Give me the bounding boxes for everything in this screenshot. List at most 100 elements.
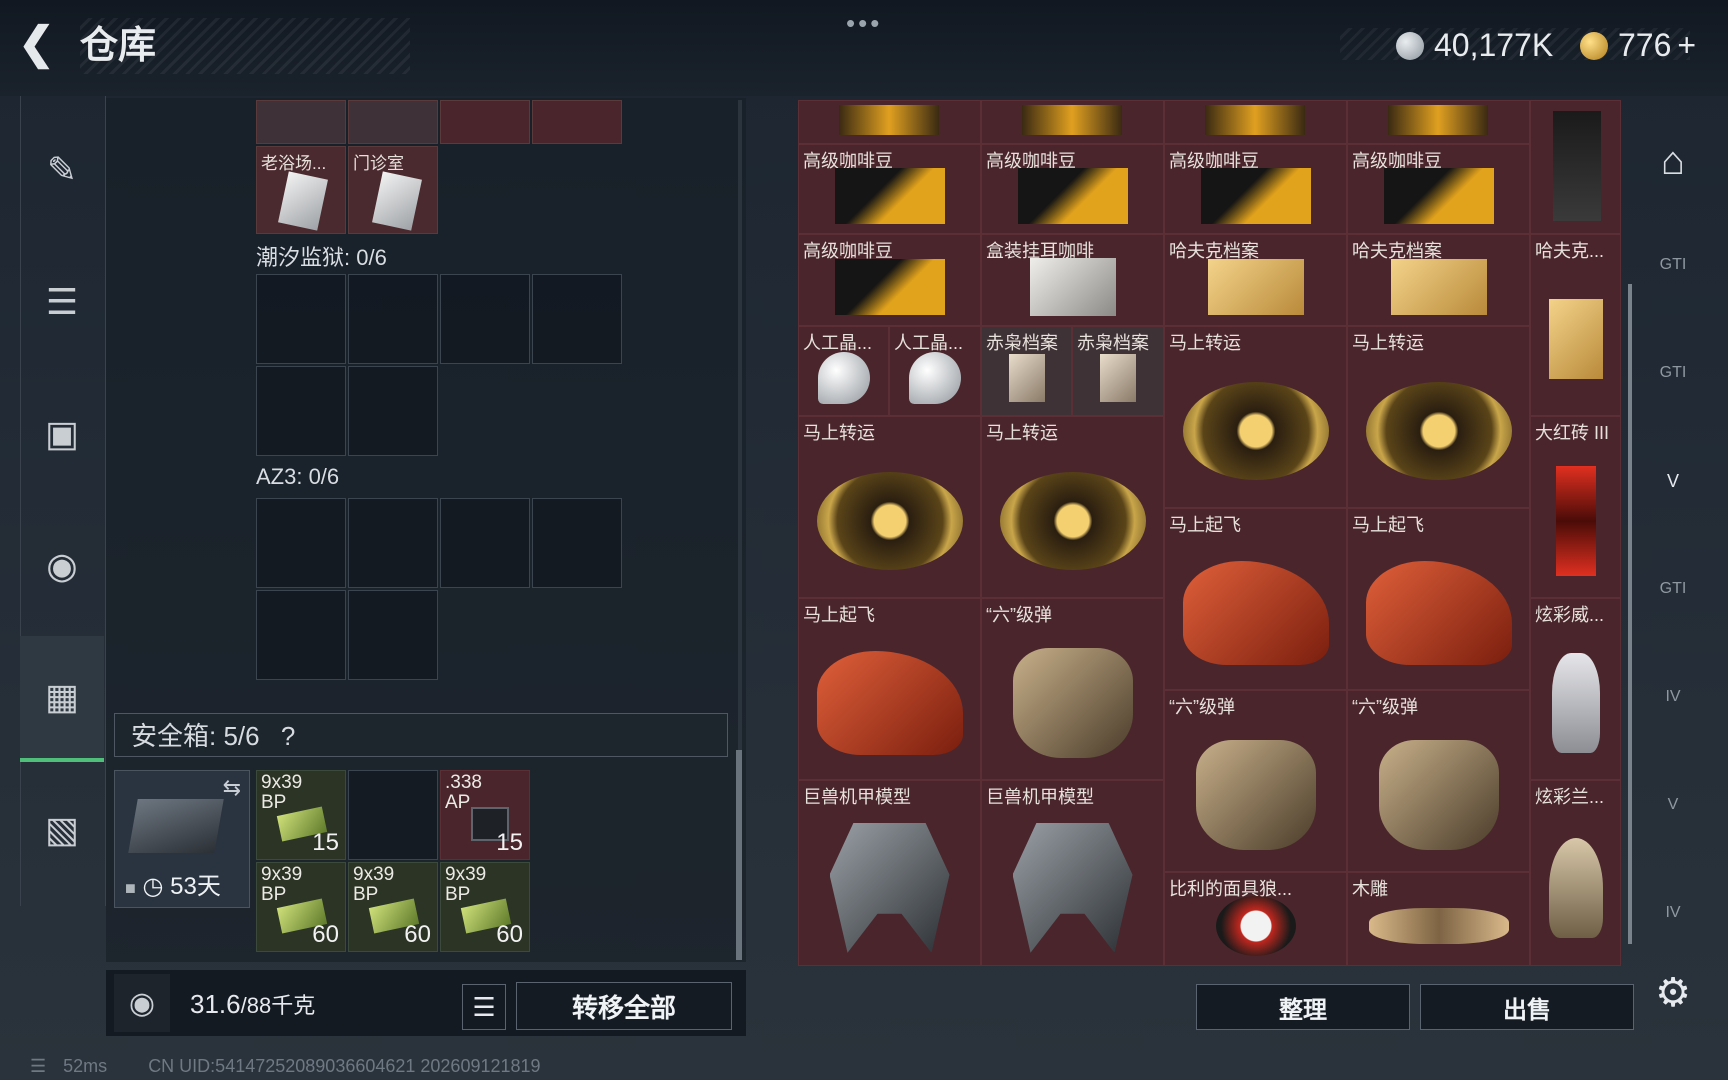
- silver-coin-icon: [1396, 32, 1424, 60]
- item-card[interactable]: 马上起飞: [1164, 508, 1347, 690]
- item-card[interactable]: 马上起飞: [1347, 508, 1530, 690]
- storage-tab-icon[interactable]: ⌂: [1636, 124, 1710, 198]
- empty-slot[interactable]: [348, 366, 438, 456]
- item-card[interactable]: 老浴场...: [256, 146, 346, 234]
- item-card[interactable]: 赤枭档案: [981, 326, 1072, 416]
- item-partial[interactable]: [981, 100, 1164, 144]
- list-view-icon[interactable]: ☰: [462, 984, 506, 1030]
- item-card[interactable]: “六”级弹: [1164, 690, 1347, 872]
- item-card[interactable]: 高级咖啡豆: [798, 234, 981, 326]
- transfer-all-button[interactable]: 转移全部: [516, 982, 732, 1030]
- empty-slot[interactable]: [348, 590, 438, 680]
- item-partial[interactable]: [532, 100, 622, 144]
- nav-safebox[interactable]: ▦: [20, 636, 104, 762]
- item-card[interactable]: 高级咖啡豆: [981, 144, 1164, 234]
- item-card[interactable]: 哈夫克档案: [1164, 234, 1347, 326]
- item-card[interactable]: 大红砖 III: [1530, 416, 1621, 598]
- right-tab-6[interactable]: V: [1636, 768, 1710, 842]
- item-partial[interactable]: [256, 100, 346, 144]
- grid-scrollbar[interactable]: [1628, 284, 1632, 944]
- item-card[interactable]: 高级咖啡豆: [798, 144, 981, 234]
- nav-armor[interactable]: ☰: [20, 252, 104, 352]
- ammo-count: 60: [312, 921, 339, 948]
- item-card[interactable]: 马上转运: [981, 416, 1164, 598]
- item-card[interactable]: “六”级弹: [981, 598, 1164, 780]
- nav-briefcase[interactable]: ▧: [20, 780, 104, 880]
- right-tab-2[interactable]: GTI: [1636, 336, 1710, 410]
- sell-button[interactable]: 出售: [1420, 984, 1634, 1030]
- ammo-item[interactable]: 9x39 BP 60: [348, 862, 438, 952]
- item-card[interactable]: 炫彩威...: [1530, 598, 1621, 780]
- item-card[interactable]: 人工晶...: [798, 326, 889, 416]
- item-card[interactable]: 木雕: [1347, 872, 1530, 966]
- scrollbar-thumb[interactable]: [736, 750, 742, 960]
- item-card[interactable]: 哈夫克...: [1530, 234, 1621, 416]
- item-card[interactable]: 哈夫克档案: [1347, 234, 1530, 326]
- empty-slot[interactable]: [256, 498, 346, 588]
- item-card[interactable]: 门诊室: [348, 146, 438, 234]
- right-tab-5[interactable]: IV: [1636, 660, 1710, 734]
- item-card[interactable]: 高级咖啡豆: [1347, 144, 1530, 234]
- empty-slot[interactable]: [256, 274, 346, 364]
- help-icon[interactable]: ?: [281, 721, 295, 751]
- item-label: 比利的面具狼...: [1169, 879, 1293, 899]
- add-gold-button[interactable]: +: [1677, 27, 1696, 63]
- ammo-item[interactable]: 9x39 BP 60: [440, 862, 530, 952]
- item-card[interactable]: 高级咖啡豆: [1164, 144, 1347, 234]
- ammo-item[interactable]: 9x39 BP 60: [256, 862, 346, 952]
- right-tab-1[interactable]: GTI: [1636, 228, 1710, 302]
- empty-slot[interactable]: [532, 498, 622, 588]
- empty-slot[interactable]: [348, 274, 438, 364]
- sort-button[interactable]: 整理: [1196, 984, 1410, 1030]
- item-card[interactable]: 人工晶...: [889, 326, 981, 416]
- nav-backpack[interactable]: ▣: [20, 384, 104, 484]
- ammo-item[interactable]: 9x39 BP 15: [256, 770, 346, 860]
- item-card[interactable]: 比利的面具狼...: [1164, 872, 1347, 966]
- swap-icon[interactable]: ⇆: [223, 775, 241, 801]
- more-menu-icon[interactable]: •••: [846, 8, 882, 39]
- ammo-item[interactable]: .338 AP 15: [440, 770, 530, 860]
- item-card[interactable]: 马上转运: [1347, 326, 1530, 508]
- gold-amount: 776: [1618, 27, 1672, 63]
- item-label: “六”级弹: [1352, 697, 1418, 717]
- item-card[interactable]: 巨兽机甲模型: [981, 780, 1164, 966]
- status-line: ☰ 52ms CN UID:5414725208903660462​1 2026…: [30, 1056, 541, 1077]
- right-tab-7[interactable]: IV: [1636, 876, 1710, 950]
- item-partial[interactable]: [1164, 100, 1347, 144]
- settings-gear-icon[interactable]: ⚙: [1636, 956, 1710, 1030]
- empty-slot[interactable]: [348, 770, 438, 860]
- item-card[interactable]: 马上起飞: [798, 598, 981, 780]
- item-label: 老浴场...: [261, 154, 327, 173]
- item-partial[interactable]: [1347, 100, 1530, 144]
- back-arrow-icon[interactable]: ❮: [18, 22, 66, 68]
- safebox-item[interactable]: ⇆ ■ ◷ 53天: [114, 770, 250, 908]
- right-tab-4[interactable]: GTI: [1636, 552, 1710, 626]
- horse-disc-icon: [1365, 382, 1512, 481]
- empty-slot[interactable]: [440, 274, 530, 364]
- empty-slot[interactable]: [256, 366, 346, 456]
- item-partial[interactable]: [348, 100, 438, 144]
- item-card[interactable]: 马上转运: [798, 416, 981, 598]
- item-card[interactable]: 盒装挂耳咖啡: [981, 234, 1164, 326]
- empty-slot[interactable]: [532, 274, 622, 364]
- item-partial[interactable]: [1530, 100, 1621, 234]
- empty-slot[interactable]: [348, 498, 438, 588]
- gold-currency[interactable]: 776 +: [1580, 22, 1696, 68]
- item-partial[interactable]: [440, 100, 530, 144]
- right-tab-3[interactable]: V: [1636, 444, 1710, 518]
- silver-amount: 40,177K: [1434, 27, 1554, 63]
- empty-slot[interactable]: [440, 498, 530, 588]
- item-card[interactable]: 巨兽机甲模型: [798, 780, 981, 966]
- item-card[interactable]: “六”级弹: [1347, 690, 1530, 872]
- bag-icon: ◉: [46, 545, 78, 586]
- item-label: 马上转运: [1352, 333, 1424, 353]
- item-card[interactable]: 炫彩兰...: [1530, 780, 1621, 966]
- empty-slot[interactable]: [256, 590, 346, 680]
- item-card[interactable]: 赤枭档案: [1072, 326, 1164, 416]
- item-card[interactable]: 马上转运: [1164, 326, 1347, 508]
- coffee-bag-icon: [1388, 105, 1488, 135]
- wifi-icon: ☰: [30, 1056, 47, 1076]
- nav-weapons[interactable]: ✎: [20, 120, 104, 220]
- nav-bag[interactable]: ◉: [20, 516, 104, 616]
- item-partial[interactable]: [798, 100, 981, 144]
